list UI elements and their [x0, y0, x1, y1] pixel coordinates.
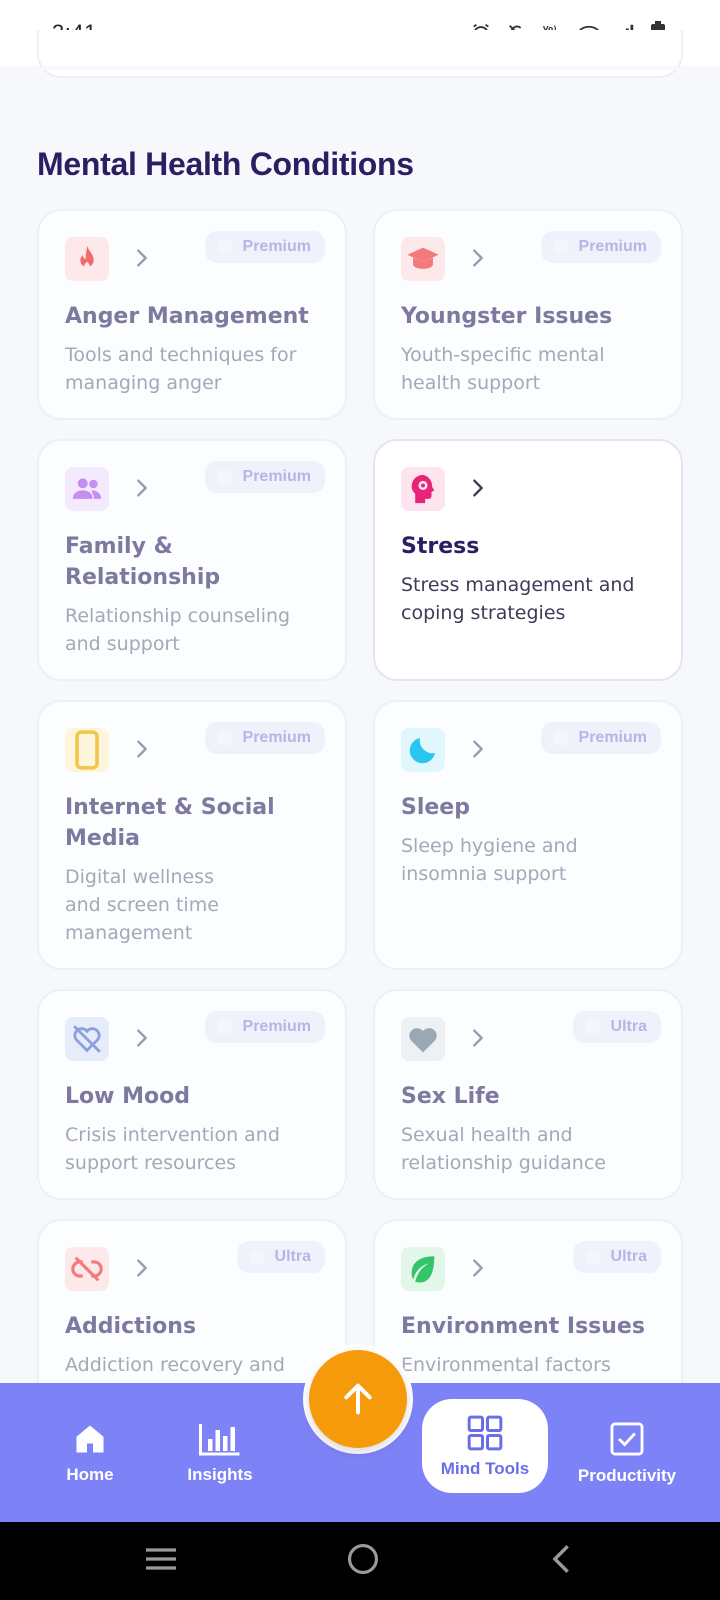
conditions-grid: Premium Anger Management Tools and techn… — [37, 209, 683, 1383]
card-sleep[interactable]: Premium Sleep Sleep hygiene and insomnia… — [373, 700, 683, 970]
flame-icon — [65, 237, 109, 281]
checkbox-icon — [610, 1422, 644, 1455]
premium-badge: Premium — [204, 461, 325, 493]
card-desc: Stress management and coping strategies — [401, 574, 635, 624]
card-title: Internet & Social Media — [65, 795, 275, 851]
link-off-icon — [65, 1247, 109, 1291]
menu-icon[interactable] — [143, 1544, 179, 1578]
card-title: Environment Issues — [401, 1314, 645, 1339]
card-title: Family & Relationship — [65, 534, 221, 590]
card-title: Low Mood — [65, 1084, 190, 1109]
card-stress[interactable]: Stress Stress management and coping stra… — [373, 439, 683, 681]
nav-home[interactable]: Home — [40, 1383, 140, 1522]
chevron-right-icon — [137, 479, 147, 497]
premium-badge: Premium — [204, 722, 325, 754]
home-circle-icon[interactable] — [346, 1542, 380, 1580]
card-desc: Environmental factors — [401, 1354, 611, 1376]
nav-mind-tools[interactable]: Mind Tools — [422, 1399, 548, 1493]
card-youngster-issues[interactable]: Premium Youngster Issues Youth-specific … — [373, 209, 683, 420]
card-family-relationship[interactable]: Premium Family & Relationship Relationsh… — [37, 439, 347, 681]
leaf-icon — [401, 1247, 445, 1291]
home-icon — [76, 1425, 104, 1452]
chevron-right-icon — [137, 249, 147, 267]
premium-badge: Premium — [540, 722, 661, 754]
moon-icon — [401, 728, 445, 772]
graduation-cap-icon — [401, 237, 445, 281]
chevron-right-icon — [137, 740, 147, 758]
card-desc: Crisis intervention and support resource… — [65, 1124, 280, 1174]
chevron-right-icon — [137, 1259, 147, 1277]
nav-label: Productivity — [577, 1465, 677, 1485]
card-addictions[interactable]: Ultra Addictions Addiction recovery and — [37, 1219, 347, 1383]
nav-label: Insights — [187, 1464, 253, 1484]
bar-chart-icon — [199, 1423, 240, 1455]
ultra-badge: Ultra — [236, 1241, 325, 1273]
card-desc: Relationship counseling and support — [65, 605, 291, 655]
card-desc: Addiction recovery and — [65, 1354, 285, 1376]
card-title: Youngster Issues — [401, 304, 613, 329]
card-desc: Tools and techniques for managing anger — [65, 344, 297, 394]
arrow-up-icon — [344, 1383, 372, 1415]
nav-label: Home — [66, 1464, 114, 1484]
previous-card[interactable] — [37, 30, 683, 78]
card-internet-social-media[interactable]: Premium Internet & Social Media Digital … — [37, 700, 347, 970]
card-desc: Sleep hygiene and insomnia support — [401, 835, 578, 885]
card-title: Anger Management — [65, 304, 309, 329]
chevron-right-icon — [137, 1029, 147, 1047]
card-sex-life[interactable]: Ultra Sex Life Sexual health and relatio… — [373, 989, 683, 1200]
card-title: Sleep — [401, 795, 470, 820]
card-desc: Youth-specific mental health support — [401, 344, 605, 394]
head-gear-icon — [401, 467, 445, 511]
phone-icon — [65, 728, 109, 772]
card-title: Stress — [401, 534, 480, 559]
chevron-right-icon — [473, 249, 483, 267]
chevron-right-icon — [473, 1259, 483, 1277]
system-nav — [0, 1522, 720, 1600]
heart-off-icon — [65, 1017, 109, 1061]
fab-circle — [309, 1350, 407, 1448]
ultra-badge: Ultra — [572, 1241, 661, 1273]
chevron-right-icon — [473, 740, 483, 758]
premium-badge: Premium — [204, 1011, 325, 1043]
nav-label: Mind Tools — [440, 1459, 530, 1478]
card-desc: Digital wellness and screen time managem… — [65, 866, 219, 944]
card-low-mood[interactable]: Premium Low Mood Crisis intervention and… — [37, 989, 347, 1200]
spacer — [0, 66, 720, 70]
card-desc: Sexual health and relationship guidance — [401, 1124, 606, 1174]
scroll-top-button[interactable] — [303, 1344, 413, 1454]
section-title: Mental Health Conditions — [37, 146, 414, 182]
nav-productivity[interactable]: Productivity — [570, 1383, 684, 1522]
chevron-right-icon — [473, 479, 483, 497]
back-icon[interactable] — [547, 1542, 577, 1580]
card-title: Sex Life — [401, 1084, 500, 1109]
premium-badge: Premium — [204, 231, 325, 263]
people-icon — [65, 467, 109, 511]
card-environment-issues[interactable]: Ultra Environment Issues Environmental f… — [373, 1219, 683, 1383]
chevron-right-icon — [473, 1029, 483, 1047]
card-anger-management[interactable]: Premium Anger Management Tools and techn… — [37, 209, 347, 420]
premium-badge: Premium — [540, 231, 661, 263]
heart-icon — [401, 1017, 445, 1061]
card-title: Addictions — [65, 1314, 197, 1339]
nav-insights[interactable]: Insights — [170, 1383, 270, 1522]
grid-icon — [467, 1415, 503, 1451]
ultra-badge: Ultra — [572, 1011, 661, 1043]
